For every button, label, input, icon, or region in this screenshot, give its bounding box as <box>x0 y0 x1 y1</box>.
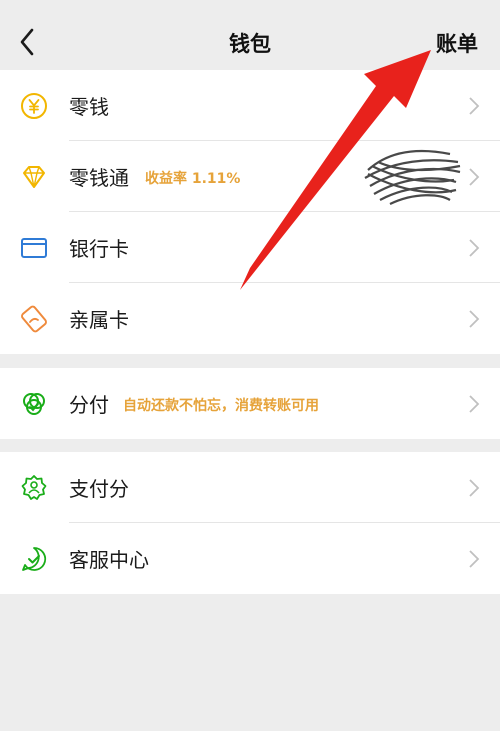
row-change[interactable]: 零钱 <box>0 70 500 141</box>
row-label: 银行卡 <box>69 237 129 261</box>
redaction-scribble <box>364 149 461 205</box>
wallet-section-2: 分付 自动还款不怕忘，消费转账可用 <box>0 368 500 439</box>
row-label: 客服中心 <box>69 548 149 572</box>
chevron-right-icon <box>469 550 480 568</box>
yen-coin-icon <box>21 93 47 119</box>
row-customer-service[interactable]: 客服中心 <box>0 523 500 594</box>
family-card-icon <box>21 305 47 333</box>
wallet-section-3: 支付分 客服中心 <box>0 452 500 594</box>
installment-icon <box>23 393 45 415</box>
row-label: 分付 <box>69 393 109 417</box>
row-label: 支付分 <box>69 477 129 501</box>
row-label: 零钱 <box>69 95 109 119</box>
bill-button[interactable]: 账单 <box>436 28 478 58</box>
fenfu-tag: 自动还款不怕忘，消费转账可用 <box>123 398 319 414</box>
chevron-right-icon <box>469 168 480 186</box>
chevron-right-icon <box>469 239 480 257</box>
wallet-section-1: 零钱 零钱通 收益率 1.11% 银行卡 亲属卡 <box>0 70 500 354</box>
bank-card-icon <box>21 238 47 258</box>
row-pay-score[interactable]: 支付分 <box>0 452 500 523</box>
chevron-right-icon <box>469 97 480 115</box>
chevron-right-icon <box>469 479 480 497</box>
row-family-card[interactable]: 亲属卡 <box>0 283 500 354</box>
chevron-right-icon <box>469 395 480 413</box>
row-label: 零钱通 <box>69 166 129 190</box>
row-label: 亲属卡 <box>69 308 129 332</box>
row-bank-card[interactable]: 银行卡 <box>0 212 500 283</box>
page-title: 钱包 <box>229 32 271 56</box>
pay-score-icon <box>21 475 47 500</box>
diamond-icon <box>23 166 45 188</box>
nav-bar: 钱包 账单 <box>0 0 500 70</box>
yield-tag: 收益率 1.11% <box>145 171 241 187</box>
customer-service-icon <box>22 547 47 571</box>
row-fenfu[interactable]: 分付 自动还款不怕忘，消费转账可用 <box>0 368 500 439</box>
chevron-right-icon <box>469 310 480 328</box>
